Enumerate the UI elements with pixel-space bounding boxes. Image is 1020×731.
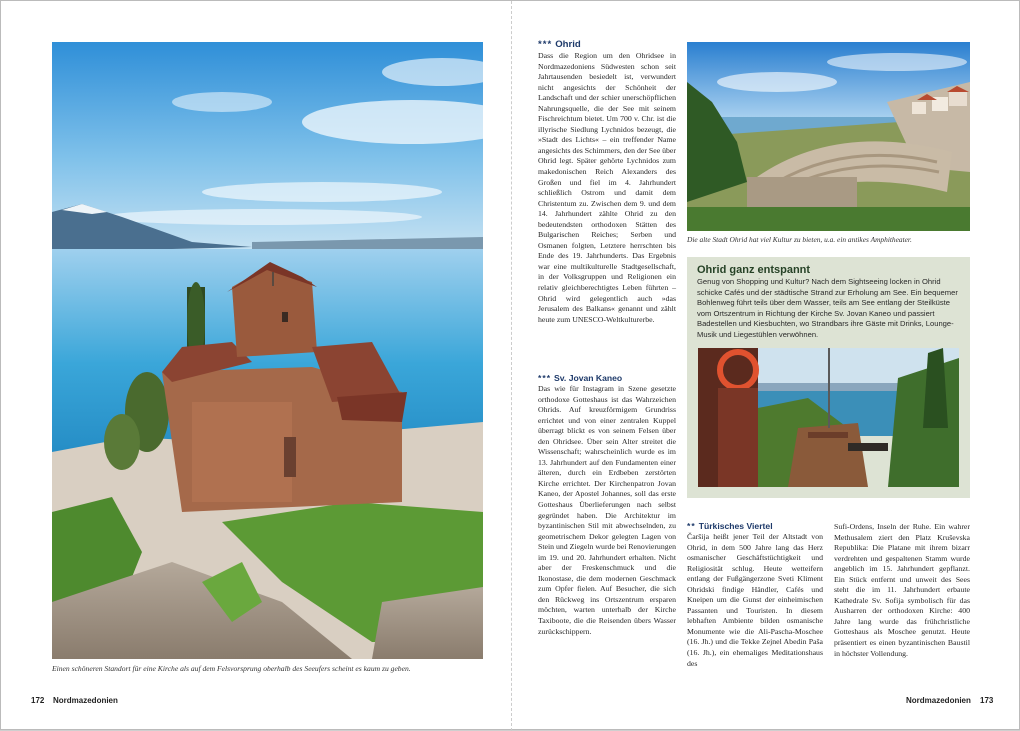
text-viertel-a: Čaršija heißt jener Teil der Altstadt vo…: [687, 532, 823, 668]
heading-jovan: *** Sv. Jovan Kaneo: [538, 373, 676, 384]
column-jovan: *** Sv. Jovan Kaneo Das wie für Instagram…: [538, 373, 676, 637]
boardwalk-photo: [698, 348, 959, 487]
amphitheater-caption: Die alte Stadt Ohrid hat viel Kultur zu …: [687, 235, 912, 244]
column-ohrid: *** Ohrid Dass die Region um den Ohridsee…: [538, 39, 676, 325]
heading-jovan-title: Sv. Jovan Kaneo: [554, 373, 623, 383]
infobox: Ohrid ganz entspannt Genug von Shopping …: [687, 257, 970, 498]
amphitheater-photo: [687, 42, 970, 231]
heading-viertel: ** Türkisches Viertel: [687, 521, 823, 532]
text-viertel-b: Sufi-Ordens, Inseln der Ruhe. Ein wahrer…: [834, 522, 970, 658]
text-jovan: Das wie für Instagram in Szene gesetzte …: [538, 384, 676, 636]
column-viertel-b: Sufi-Ordens, Inseln der Ruhe. Ein wahrer…: [834, 522, 970, 659]
heading-viertel-title: Türkisches Viertel: [698, 521, 773, 531]
book-spread: Einen schöneren Standort für eine Kirche…: [0, 0, 1020, 731]
heading-ohrid-stars: ***: [538, 39, 553, 50]
left-running-head: Nordmazedonien: [53, 696, 118, 705]
heading-ohrid: *** Ohrid: [538, 39, 676, 51]
right-running-head: Nordmazedonien: [906, 696, 971, 705]
infobox-title: Ohrid ganz entspannt: [697, 264, 811, 276]
heading-jovan-stars: ***: [538, 373, 552, 383]
infobox-text: Genug von Shopping und Kultur? Nach dem …: [697, 277, 958, 339]
column-viertel-a: ** Türkisches Viertel Čaršija heißt jener…: [687, 521, 823, 669]
right-page-number: 173: [980, 696, 994, 705]
text-ohrid: Dass die Region um den Ohridsee in Nordm…: [538, 51, 676, 324]
church-photo: [52, 42, 483, 659]
page-gutter: [511, 1, 512, 731]
left-page-number: 172: [31, 696, 45, 705]
heading-viertel-stars: **: [687, 521, 696, 531]
church-photo-caption: Einen schöneren Standort für eine Kirche…: [52, 664, 411, 673]
heading-ohrid-title: Ohrid: [555, 39, 581, 50]
